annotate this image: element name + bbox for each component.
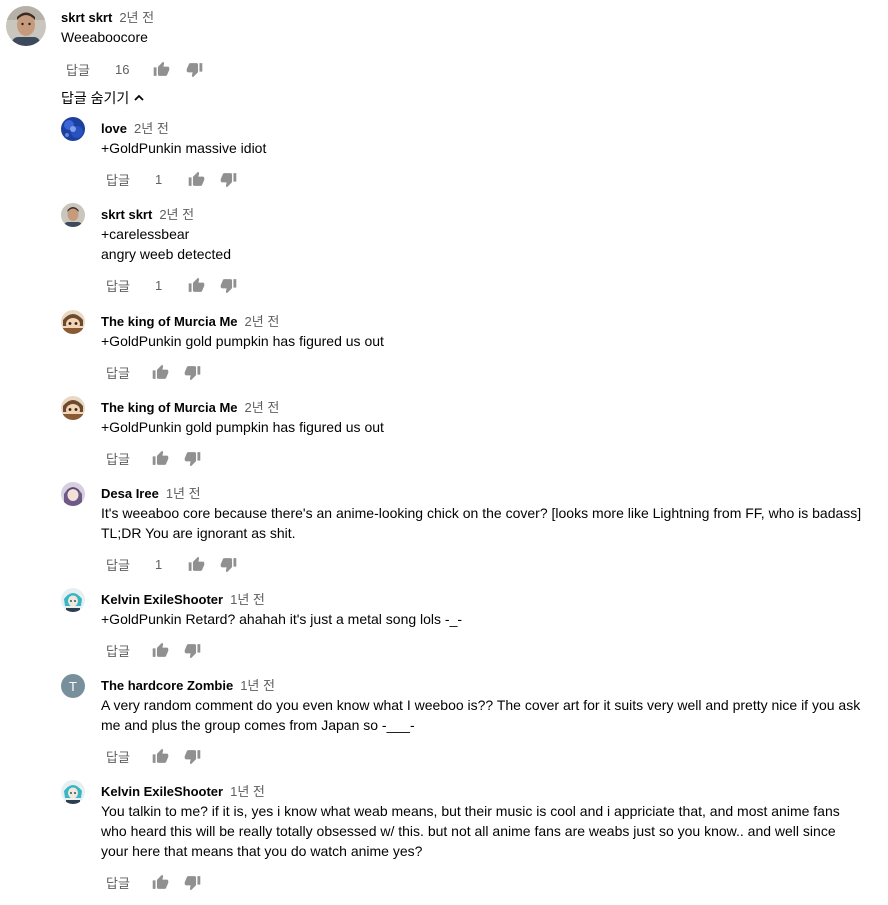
comment-line: +GoldPunkin Retard? ahahah it's just a m… [101,611,463,627]
thumb-down-icon[interactable] [216,167,240,191]
comment-line: who heard this will be really totally ob… [101,823,836,839]
thumb-down-icon[interactable] [216,552,240,576]
reply-button[interactable]: 답글 [106,360,130,384]
comment-actions: 답글 1 [101,552,301,576]
thumb-up-icon[interactable] [184,552,208,576]
comment-line: Weeaboocore [61,29,148,45]
thumb-down-icon[interactable] [180,446,204,470]
avatar[interactable] [6,6,46,46]
avatar[interactable] [61,203,85,227]
avatar[interactable] [61,396,85,420]
thumb-down-icon[interactable] [180,360,204,384]
comment-actions: 답글 [101,870,301,894]
avatar[interactable] [61,310,85,334]
comment-text: +GoldPunkin gold pumpkin has figured us … [101,331,384,351]
reply-button[interactable]: 답글 [106,744,130,768]
avatar-letter: T [69,678,77,694]
reply-button[interactable]: 답글 [106,446,130,470]
top-comment: skrt skrt 2년 전 Weeaboocore 답글 16 [0,0,888,88]
comment-text: It's weeaboo core because there's an ani… [101,503,861,543]
thumb-down-icon[interactable] [180,638,204,662]
avatar[interactable] [61,588,85,612]
avatar[interactable] [61,482,85,506]
thumb-up-icon[interactable] [148,870,172,894]
author-name[interactable]: Kelvin ExileShooter [101,784,223,799]
comment-timestamp[interactable]: 2년 전 [245,397,280,416]
comment-actions: 답글 16 [61,57,261,81]
reply-button[interactable]: 답글 [106,552,130,576]
comment-timestamp[interactable]: 2년 전 [119,7,154,26]
comment-timestamp[interactable]: 1년 전 [230,589,265,608]
author-name[interactable]: skrt skrt [101,207,152,222]
comment-line: me and plus the group comes from Japan s… [101,717,415,733]
thumb-down-icon[interactable] [180,744,204,768]
comment-line: It's weeaboo core because there's an ani… [101,505,862,521]
comment-text: +carelessbear angry weeb detected [101,224,231,264]
comment-actions: 답글 [101,360,301,384]
thumb-down-icon[interactable] [182,57,206,81]
thumb-down-icon[interactable] [180,870,204,894]
comment-timestamp[interactable]: 1년 전 [230,781,265,800]
comment-actions: 답글 [101,638,301,662]
author-name[interactable]: skrt skrt [61,10,112,25]
comment-text: +GoldPunkin gold pumpkin has figured us … [101,417,384,437]
author-name[interactable]: love [101,121,127,136]
reply-button[interactable]: 답글 [106,273,130,297]
reply-button[interactable]: 답글 [106,870,130,894]
comment-actions: 답글 [101,744,301,768]
hide-replies-toggle[interactable]: 답글 숨기기 [61,88,145,108]
reply-button[interactable]: 답글 [66,57,90,81]
comment-timestamp[interactable]: 1년 전 [166,483,201,502]
comment-actions: 답글 1 [101,273,301,297]
comment-timestamp[interactable]: 1년 전 [240,675,275,694]
thumb-up-icon[interactable] [148,744,172,768]
reply-button[interactable]: 답글 [106,638,130,662]
like-count: 1 [155,171,163,187]
comment-line: You talkin to me? if it is, yes i know w… [101,803,840,819]
hide-replies-label: 답글 숨기기 [61,90,130,106]
comment-timestamp[interactable]: 2년 전 [159,204,194,223]
thumb-up-icon[interactable] [149,57,173,81]
author-name[interactable]: The hardcore Zombie [101,678,233,693]
like-count: 1 [155,277,163,293]
comment-actions: 답글 1 [101,167,301,191]
thumb-down-icon[interactable] [216,273,240,297]
comment-text: A very random comment do you even know w… [101,695,860,735]
comment-text: +GoldPunkin Retard? ahahah it's just a m… [101,609,462,629]
comment-line: your here that means that you do watch a… [101,843,423,859]
comment-timestamp[interactable]: 2년 전 [245,311,280,330]
comment-line: angry weeb detected [101,246,231,262]
comment-line: +GoldPunkin gold pumpkin has figured us … [101,419,384,435]
comment-text: You talkin to me? if it is, yes i know w… [101,801,840,861]
author-name[interactable]: Desa Iree [101,486,159,501]
thumb-up-icon[interactable] [184,167,208,191]
avatar[interactable] [61,117,85,141]
avatar[interactable] [61,780,85,804]
author-name[interactable]: The king of Murcia Me [101,400,238,415]
chevron-up-icon [134,94,144,101]
avatar[interactable]: T [61,674,85,698]
comment-actions: 답글 [101,446,301,470]
comment-line: TL;DR You are ignorant as shit. [101,525,296,541]
reply-button[interactable]: 답글 [106,167,130,191]
like-count: 1 [155,556,163,572]
thumb-up-icon[interactable] [184,273,208,297]
comment-timestamp[interactable]: 2년 전 [134,118,169,137]
comment-line: +carelessbear [101,226,190,242]
comment-text: +GoldPunkin massive idiot [101,138,266,158]
author-name[interactable]: The king of Murcia Me [101,314,238,329]
thumb-up-icon[interactable] [148,638,172,662]
comment-line: +GoldPunkin gold pumpkin has figured us … [101,333,384,349]
thumb-up-icon[interactable] [148,360,172,384]
comment-line: A very random comment do you even know w… [101,697,861,713]
like-count: 16 [115,61,130,77]
thumb-up-icon[interactable] [148,446,172,470]
comment-line: +GoldPunkin massive idiot [101,140,267,156]
author-name[interactable]: Kelvin ExileShooter [101,592,223,607]
comment-text: Weeaboocore [61,27,148,47]
